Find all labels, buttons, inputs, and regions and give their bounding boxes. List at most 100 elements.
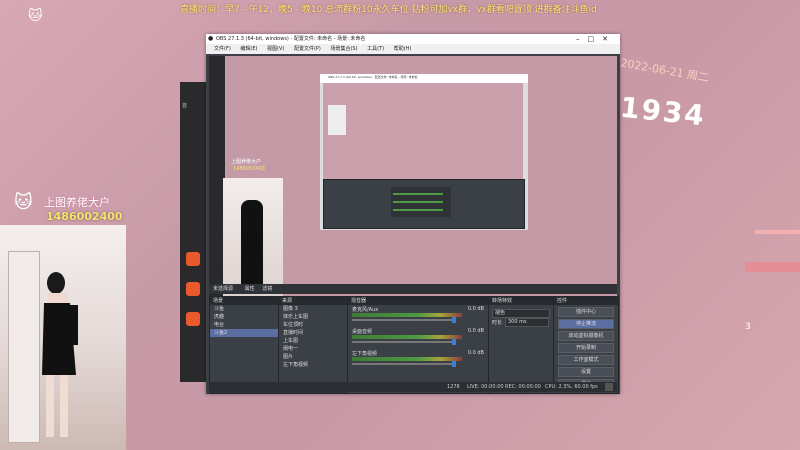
transitions-dock: 转场特效 褪色 时长 300 ms (488, 296, 554, 394)
decor-three: 3 (745, 322, 751, 332)
menu-view[interactable]: 视图(V) (267, 46, 284, 52)
sidebar-text-1: 首 (182, 103, 188, 109)
camera-feed (0, 225, 126, 450)
menu-tools[interactable]: 工具(T) (367, 46, 384, 52)
volume-meter (352, 313, 462, 317)
mixer-dock: 混音器 麦克风/Aux 0.0 dB 桌面音频 0.0 dB 左下角视频 0.0… (347, 296, 489, 394)
track-name: 桌面音频 (352, 329, 373, 335)
scene-item[interactable]: 虎趣 (210, 313, 278, 321)
track-db: 0.0 dB (467, 306, 484, 312)
source-item[interactable]: 上车图 (279, 337, 347, 345)
cat-avatar-icon: 🐱 (14, 192, 33, 213)
cat-mascot-icon: 🐱 (28, 8, 43, 24)
source-toolbar: 未选择源 属性 滤镜 (209, 284, 617, 294)
duration-input[interactable]: 300 ms (505, 318, 549, 327)
volume-meter (352, 335, 462, 339)
source-item[interactable]: 直播时间 (279, 329, 347, 337)
nested-meter (393, 209, 443, 211)
controls-header: 控件 (554, 297, 618, 305)
duration-label: 时长 (492, 320, 503, 326)
transition-select[interactable]: 褪色 (492, 309, 550, 318)
stop-streaming-button[interactable]: 停止推流 (558, 319, 614, 329)
settings-button[interactable]: 设置 (558, 367, 614, 377)
source-item[interactable]: 图片 (279, 353, 347, 361)
mixer-header: 混音器 (348, 297, 488, 305)
nested-title: OBS 27.1.3 (64-bit, windows) - 配置文件: 未命名… (328, 75, 418, 79)
plugin-center-button[interactable]: 插件中心 (558, 307, 614, 317)
obs-menubar: 文件(F) 编辑(E) 视图(V) 配置文件(P) 场景集合(S) 工具(T) … (206, 44, 620, 54)
scenes-header: 场景 (210, 297, 278, 305)
source-item[interactable]: 抹乐上车图 (279, 313, 347, 321)
decor-stripe (745, 262, 800, 272)
window-controls[interactable]: –□✕ (576, 34, 616, 44)
transitions-header: 转场特效 (489, 297, 553, 305)
sources-dock: 来源 图像 3 抹乐上车图 车位顶时 直播时间 上车图 阐电一 图片 左下角视频… (278, 296, 350, 394)
menu-scene-collection[interactable]: 场景集合(S) (330, 46, 357, 52)
mixer-track: 左下角视频 0.0 dB (348, 349, 488, 371)
preview-uid: 1486002400 (233, 166, 265, 172)
menu-edit[interactable]: 编辑(E) (240, 46, 257, 52)
nested-meter (393, 193, 443, 195)
obs-title: OBS 27.1.3 (64-bit, windows) - 配置文件: 未命名… (216, 36, 366, 42)
decor-stripe (755, 230, 800, 234)
decor-date: 2022-06-21 周二 (619, 56, 710, 85)
obs-window: ● OBS 27.1.3 (64-bit, windows) - 配置文件: 未… (206, 34, 620, 394)
nested-meter (393, 201, 443, 203)
track-name: 麦克风/Aux (352, 307, 379, 313)
preview-camera (223, 178, 283, 300)
source-item[interactable]: 阐电一 (279, 345, 347, 353)
menu-profile[interactable]: 配置文件(P) (294, 46, 321, 52)
volume-slider[interactable] (352, 319, 452, 321)
source-item[interactable]: 车位顶时 (279, 321, 347, 329)
volume-slider[interactable] (352, 363, 452, 365)
orange-app-icon (186, 252, 200, 266)
scene-item[interactable]: 斗鱼 (210, 305, 278, 313)
orange-app-icon (186, 282, 200, 296)
scene-item-selected[interactable]: 斗鱼2 (210, 329, 278, 337)
source-item[interactable]: 左下角视频 (279, 361, 347, 369)
nested-preview (323, 83, 525, 229)
cpu-fps: CPU: 2.3%, 60.00 fps (545, 384, 598, 390)
mixer-track: 桌面音频 0.0 dB (348, 327, 488, 349)
sources-header: 来源 (279, 297, 347, 305)
filters-button[interactable]: 滤镜 (262, 286, 272, 292)
volume-meter (352, 357, 462, 361)
scenes-dock: 场景 斗鱼 虎趣 电台 斗鱼2 + − ∧ ∨ (209, 296, 281, 394)
status-indicator-icon (605, 383, 613, 391)
nested-camera (328, 105, 346, 135)
virtual-camera-button[interactable]: 启动虚拟摄像机 (558, 331, 614, 341)
obs-docks: 场景 斗鱼 虎趣 电台 斗鱼2 + − ∧ ∨ 来源 图像 3 抹乐上车图 车位… (209, 296, 619, 394)
menu-help[interactable]: 帮助(H) (394, 46, 412, 52)
volume-knob[interactable] (452, 317, 456, 323)
start-recording-button[interactable]: 开始录制 (558, 343, 614, 353)
controls-dock: 控件 插件中心 停止推流 启动虚拟摄像机 开始录制 工作室模式 设置 退出 (553, 296, 619, 394)
menu-file[interactable]: 文件(F) (214, 46, 231, 52)
mixer-track: 麦克风/Aux 0.0 dB (348, 305, 488, 327)
volume-knob[interactable] (452, 361, 456, 367)
volume-slider[interactable] (352, 341, 452, 343)
obs-logo-icon: ● (208, 35, 214, 42)
nested-obs-window: OBS 27.1.3 (64-bit, windows) - 配置文件: 未命名… (320, 74, 528, 230)
source-filter-label: 未选择源 (213, 286, 234, 292)
obs-titlebar: ● OBS 27.1.3 (64-bit, windows) - 配置文件: 未… (206, 34, 620, 44)
scrolling-banner: 直播时间：早7 - 午12，晚5 - 晚10 总流群粉10永久车位 钻粉可加vx… (180, 5, 597, 15)
preview-figure (241, 200, 263, 290)
nested-titlebar: OBS 27.1.3 (64-bit, windows) - 配置文件: 未命名… (320, 74, 528, 83)
scene-item[interactable]: 电台 (210, 321, 278, 329)
preview-nickname: 上图养佬大户 (231, 159, 262, 165)
obs-preview[interactable]: 上图养佬大户 1486002400 OBS 27.1.3 (64-bit, wi… (209, 56, 617, 314)
live-time: LIVE: 00:00:00 (467, 384, 504, 390)
track-db: 0.0 dB (467, 350, 484, 356)
source-item[interactable]: 图像 3 (279, 305, 347, 313)
decor-number: 1934 (618, 90, 708, 133)
studio-mode-button[interactable]: 工作室模式 (558, 355, 614, 365)
orange-app-icon (186, 312, 200, 326)
properties-button[interactable]: 属性 (245, 286, 255, 292)
streamer-nickname: 上图养佬大户 (44, 196, 110, 209)
volume-knob[interactable] (452, 339, 456, 345)
streamer-figure (42, 272, 78, 437)
track-name: 左下角视频 (352, 351, 378, 357)
status-bar: 1278 LIVE: 00:00:00 REC: 00:00:00 CPU: 2… (209, 382, 617, 392)
dropped-frames: 1278 (447, 384, 460, 390)
track-db: 0.0 dB (467, 328, 484, 334)
